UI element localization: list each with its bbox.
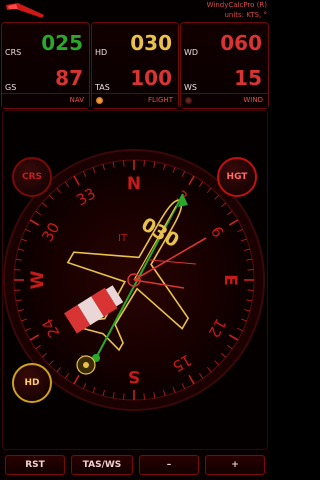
tas-label: TAS	[95, 83, 110, 92]
app-name: WindyCalcPro (R)	[206, 1, 267, 9]
nav-section-label: NAV	[69, 96, 84, 104]
compass-tick	[123, 160, 125, 167]
wind-section-label: WIND	[243, 96, 263, 104]
gs-label: GS	[5, 83, 17, 92]
plus-button[interactable]: +	[205, 455, 265, 475]
compass-tick	[123, 393, 125, 400]
ws-label: WS	[184, 83, 197, 92]
crs-round-button[interactable]: CRS	[12, 157, 52, 197]
nav-section-bar: NAV	[2, 93, 89, 108]
center-label: IT	[118, 233, 128, 244]
hd-label: HD	[95, 48, 108, 57]
flight-section-label: FLIGHT	[148, 96, 173, 104]
hgt-round-button[interactable]: HGT	[217, 157, 257, 197]
wd-value: 060	[220, 31, 262, 55]
nav-panel[interactable]: CRS 025 GS 87 NAV	[1, 22, 90, 109]
compass-label-e: E	[220, 274, 240, 286]
minus-button[interactable]: –	[139, 455, 199, 475]
app-logo-icon	[6, 3, 44, 18]
compass-label-s: S	[128, 366, 140, 386]
flight-section-bar: FLIGHT	[92, 93, 178, 108]
rst-button[interactable]: RST	[5, 455, 65, 475]
hd-value: 030	[130, 31, 172, 55]
compass-tick	[143, 393, 145, 400]
compass-tick	[143, 160, 145, 167]
flight-panel[interactable]: HD 030 TAS 100 FLIGHT	[91, 22, 179, 109]
compass-label-w: W	[28, 270, 48, 289]
compass-label-n: N	[127, 174, 141, 194]
wind-section-bar: WIND	[181, 93, 268, 108]
hd-round-button[interactable]: HD	[12, 363, 52, 403]
crs-label: CRS	[5, 48, 22, 57]
flight-indicator-icon	[96, 97, 103, 104]
gs-value: 87	[55, 66, 83, 90]
wd-label: WD	[184, 48, 199, 57]
compass-tick	[14, 289, 21, 291]
wind-indicator-icon	[185, 97, 192, 104]
wind-panel[interactable]: WD 060 WS 15 WIND	[180, 22, 269, 109]
units-label: units: KTS, °	[224, 11, 267, 19]
compass-tick	[247, 269, 254, 271]
compass-tick	[247, 289, 254, 291]
crs-value: 025	[41, 31, 83, 55]
compass-tick	[14, 269, 21, 271]
tas-value: 100	[130, 66, 172, 90]
ws-value: 15	[234, 66, 262, 90]
wind-ball-center-icon	[83, 362, 89, 368]
top-bar: WindyCalcPro (R) units: KTS, °	[0, 0, 270, 22]
tas-ws-button[interactable]: TAS/WS	[71, 455, 133, 475]
